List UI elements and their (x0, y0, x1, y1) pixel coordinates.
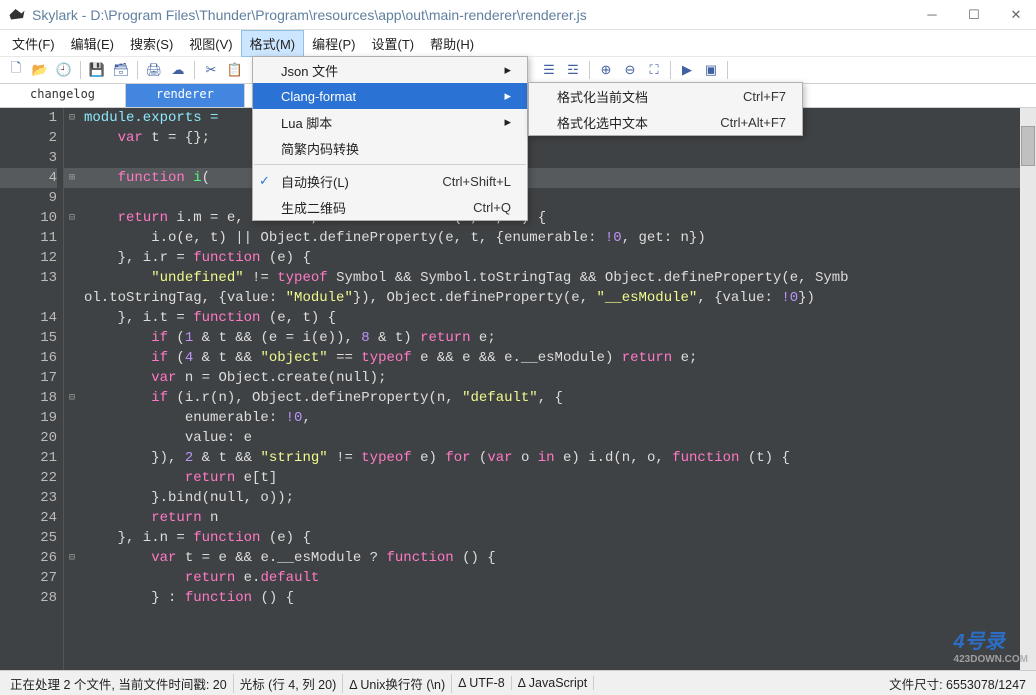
menu-program[interactable]: 编程(P) (304, 31, 363, 56)
line-number: 15 (0, 328, 57, 348)
print-icon[interactable]: 🖨 (144, 60, 164, 80)
code-area[interactable]: module.exports = var t = {}; function i(… (80, 108, 1036, 670)
line-number (0, 288, 57, 308)
fullscreen-icon[interactable]: ⛶ (644, 60, 664, 80)
menu-help[interactable]: 帮助(H) (422, 31, 482, 56)
status-line-ending[interactable]: Δ Unix换行符 (\n) (343, 674, 452, 693)
titlebar: Skylark - D:\Program Files\Thunder\Progr… (0, 0, 1036, 30)
line-number: 16 (0, 348, 57, 368)
line-number: 10 (0, 208, 57, 228)
fold-icon[interactable]: ⊞ (64, 168, 80, 188)
separator (137, 61, 138, 79)
statusbar: 正在处理 2 个文件, 当前文件时间戳: 20 光标 (行 4, 列 20) Δ… (0, 670, 1036, 695)
fold-icon[interactable]: ⊟ (64, 108, 80, 128)
window-controls: ─ ☐ ✕ (920, 3, 1028, 27)
separator (194, 61, 195, 79)
open-file-icon[interactable]: 📂 (30, 60, 50, 80)
tab-changelog[interactable]: changelog (0, 84, 126, 107)
menu-item-json[interactable]: Json 文件▸ (253, 57, 527, 83)
menu-item-qrcode[interactable]: 生成二维码Ctrl+Q (253, 194, 527, 220)
minimize-button[interactable]: ─ (920, 3, 944, 27)
line-number: 24 (0, 508, 57, 528)
menu-format[interactable]: 格式(M) (241, 30, 305, 57)
stop-icon[interactable]: ▣ (701, 60, 721, 80)
cut-icon[interactable]: ✂ (201, 60, 221, 80)
menubar: 文件(F) 编辑(E) 搜索(S) 视图(V) 格式(M) 编程(P) 设置(T… (0, 30, 1036, 56)
status-language[interactable]: Δ JavaScript (512, 676, 595, 690)
run-icon[interactable]: ▶ (677, 60, 697, 80)
separator (80, 61, 81, 79)
separator (589, 61, 590, 79)
menu-item-word-wrap[interactable]: ✓自动换行(L)Ctrl+Shift+L (253, 168, 527, 194)
clang-submenu: 格式化当前文档Ctrl+F7 格式化选中文本Ctrl+Alt+F7 (528, 82, 803, 136)
history-icon[interactable]: 🕘 (54, 60, 74, 80)
chevron-right-icon: ▸ (504, 62, 511, 78)
menu-view[interactable]: 视图(V) (181, 31, 240, 56)
menu-settings[interactable]: 设置(T) (363, 31, 422, 56)
separator (670, 61, 671, 79)
save-all-icon[interactable]: 🗃 (111, 60, 131, 80)
indent2-icon[interactable]: ☲ (563, 60, 583, 80)
maximize-button[interactable]: ☐ (962, 3, 986, 27)
line-number: 25 (0, 528, 57, 548)
line-number: 27 (0, 568, 57, 588)
line-number: 4 (0, 168, 57, 188)
new-file-icon[interactable]: 🗋 (6, 60, 26, 80)
chevron-right-icon: ▸ (504, 88, 511, 104)
cloud-icon[interactable]: ☁ (168, 60, 188, 80)
zoom-in-icon[interactable]: ⊕ (596, 60, 616, 80)
line-number: 20 (0, 428, 57, 448)
close-button[interactable]: ✕ (1004, 3, 1028, 27)
line-number: 9 (0, 188, 57, 208)
status-cursor: 光标 (行 4, 列 20) (234, 674, 344, 693)
line-number: 22 (0, 468, 57, 488)
tab-renderer[interactable]: renderer (126, 84, 245, 107)
fold-column: ⊟ ⊞ ⊟ ⊟ ⊟ (64, 108, 80, 670)
line-number: 12 (0, 248, 57, 268)
line-number: 11 (0, 228, 57, 248)
separator (254, 164, 526, 165)
indent-icon[interactable]: ☰ (539, 60, 559, 80)
line-number: 2 (0, 128, 57, 148)
status-filesize: 文件尺寸: 6553078/1247 (883, 674, 1032, 693)
menu-item-format-selection[interactable]: 格式化选中文本Ctrl+Alt+F7 (529, 109, 802, 135)
app-icon (8, 6, 26, 24)
menu-item-lua[interactable]: Lua 脚本▸ (253, 109, 527, 135)
line-number: 18 (0, 388, 57, 408)
fold-icon[interactable]: ⊟ (64, 208, 80, 228)
line-number: 17 (0, 368, 57, 388)
scrollbar-vertical[interactable] (1020, 108, 1036, 670)
line-number: 13 (0, 268, 57, 288)
format-dropdown: Json 文件▸ Clang-format▸ Lua 脚本▸ 简繁内码转换 ✓自… (252, 56, 528, 221)
copy-icon[interactable]: 📋 (225, 60, 245, 80)
line-number: 14 (0, 308, 57, 328)
line-number: 28 (0, 588, 57, 608)
menu-file[interactable]: 文件(F) (4, 31, 63, 56)
check-icon: ✓ (259, 173, 270, 189)
line-number: 21 (0, 448, 57, 468)
fold-icon[interactable]: ⊟ (64, 548, 80, 568)
fold-icon[interactable]: ⊟ (64, 388, 80, 408)
scrollbar-thumb[interactable] (1021, 126, 1035, 166)
menu-item-encoding-convert[interactable]: 简繁内码转换 (253, 135, 527, 161)
menu-search[interactable]: 搜索(S) (122, 31, 181, 56)
status-encoding[interactable]: Δ UTF-8 (452, 676, 512, 690)
line-number: 1 (0, 108, 57, 128)
zoom-out-icon[interactable]: ⊖ (620, 60, 640, 80)
save-icon[interactable]: 💾 (87, 60, 107, 80)
separator (727, 61, 728, 79)
line-number: 23 (0, 488, 57, 508)
menu-edit[interactable]: 编辑(E) (63, 31, 122, 56)
menu-item-clang-format[interactable]: Clang-format▸ (253, 83, 527, 109)
line-number: 26 (0, 548, 57, 568)
status-processing: 正在处理 2 个文件, 当前文件时间戳: 20 (4, 674, 234, 693)
window-title: Skylark - D:\Program Files\Thunder\Progr… (32, 7, 920, 23)
chevron-right-icon: ▸ (504, 114, 511, 130)
line-gutter: 1 2 3 4 9 10 11 12 13 14 15 16 17 18 19 … (0, 108, 64, 670)
line-number: 19 (0, 408, 57, 428)
menu-item-format-document[interactable]: 格式化当前文档Ctrl+F7 (529, 83, 802, 109)
line-number: 3 (0, 148, 57, 168)
